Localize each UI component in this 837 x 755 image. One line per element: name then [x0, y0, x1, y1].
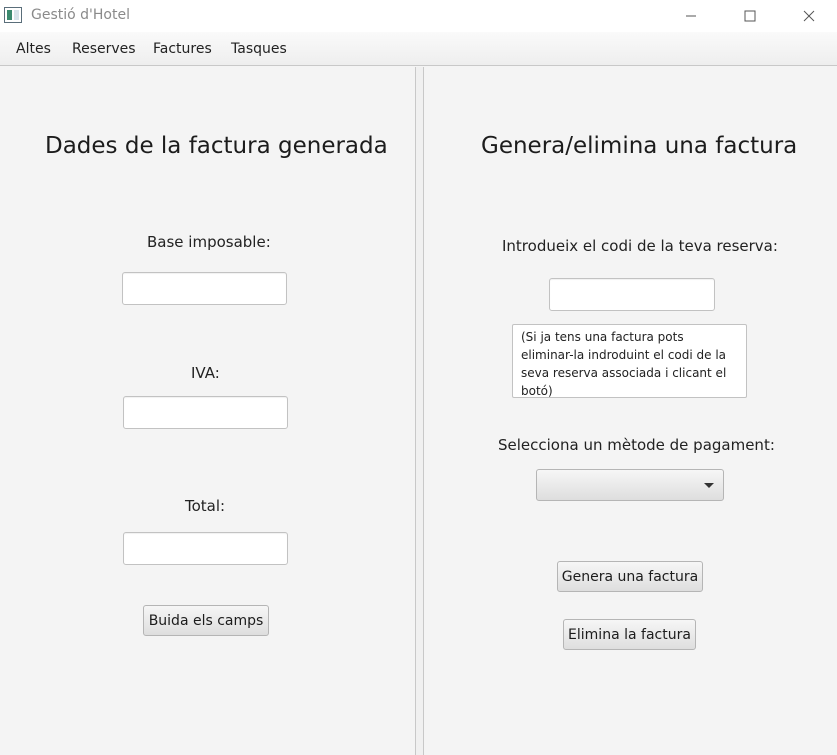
base-field[interactable] [122, 272, 287, 305]
invoice-details-heading: Dades de la factura generada [45, 133, 388, 159]
chevron-down-icon [704, 483, 714, 488]
clear-fields-button[interactable]: Buida els camps [143, 605, 269, 636]
generate-invoice-button[interactable]: Genera una factura [557, 561, 703, 592]
delete-hint-text: (Si ja tens una factura pots eliminar-la… [512, 324, 747, 398]
reservation-code-field[interactable] [549, 278, 715, 311]
menu-altes[interactable]: Altes [16, 41, 51, 57]
delete-invoice-button[interactable]: Elimina la factura [563, 619, 696, 650]
iva-field[interactable] [123, 396, 288, 429]
base-label: Base imposable: [147, 233, 271, 251]
payment-method-label: Selecciona un mètode de pagament: [498, 436, 775, 454]
maximize-icon[interactable] [727, 0, 773, 32]
total-field[interactable] [123, 532, 288, 565]
menu-bar: Altes Reserves Factures Tasques [0, 32, 837, 66]
close-icon[interactable] [786, 0, 832, 32]
iva-label: IVA: [191, 364, 220, 382]
generate-invoice-panel [424, 67, 837, 755]
window-title: Gestió d'Hotel [31, 7, 130, 23]
split-divider[interactable] [415, 67, 424, 755]
payment-method-select[interactable] [536, 469, 724, 501]
menu-reserves[interactable]: Reserves [72, 41, 136, 57]
generate-invoice-heading: Genera/elimina una factura [481, 133, 798, 159]
minimize-icon[interactable] [668, 0, 714, 32]
menu-tasques[interactable]: Tasques [231, 41, 287, 57]
total-label: Total: [185, 497, 226, 515]
app-icon [4, 7, 22, 23]
reservation-code-label: Introdueix el codi de la teva reserva: [502, 237, 778, 255]
title-bar: Gestió d'Hotel [0, 0, 837, 32]
menu-factures[interactable]: Factures [153, 41, 212, 57]
